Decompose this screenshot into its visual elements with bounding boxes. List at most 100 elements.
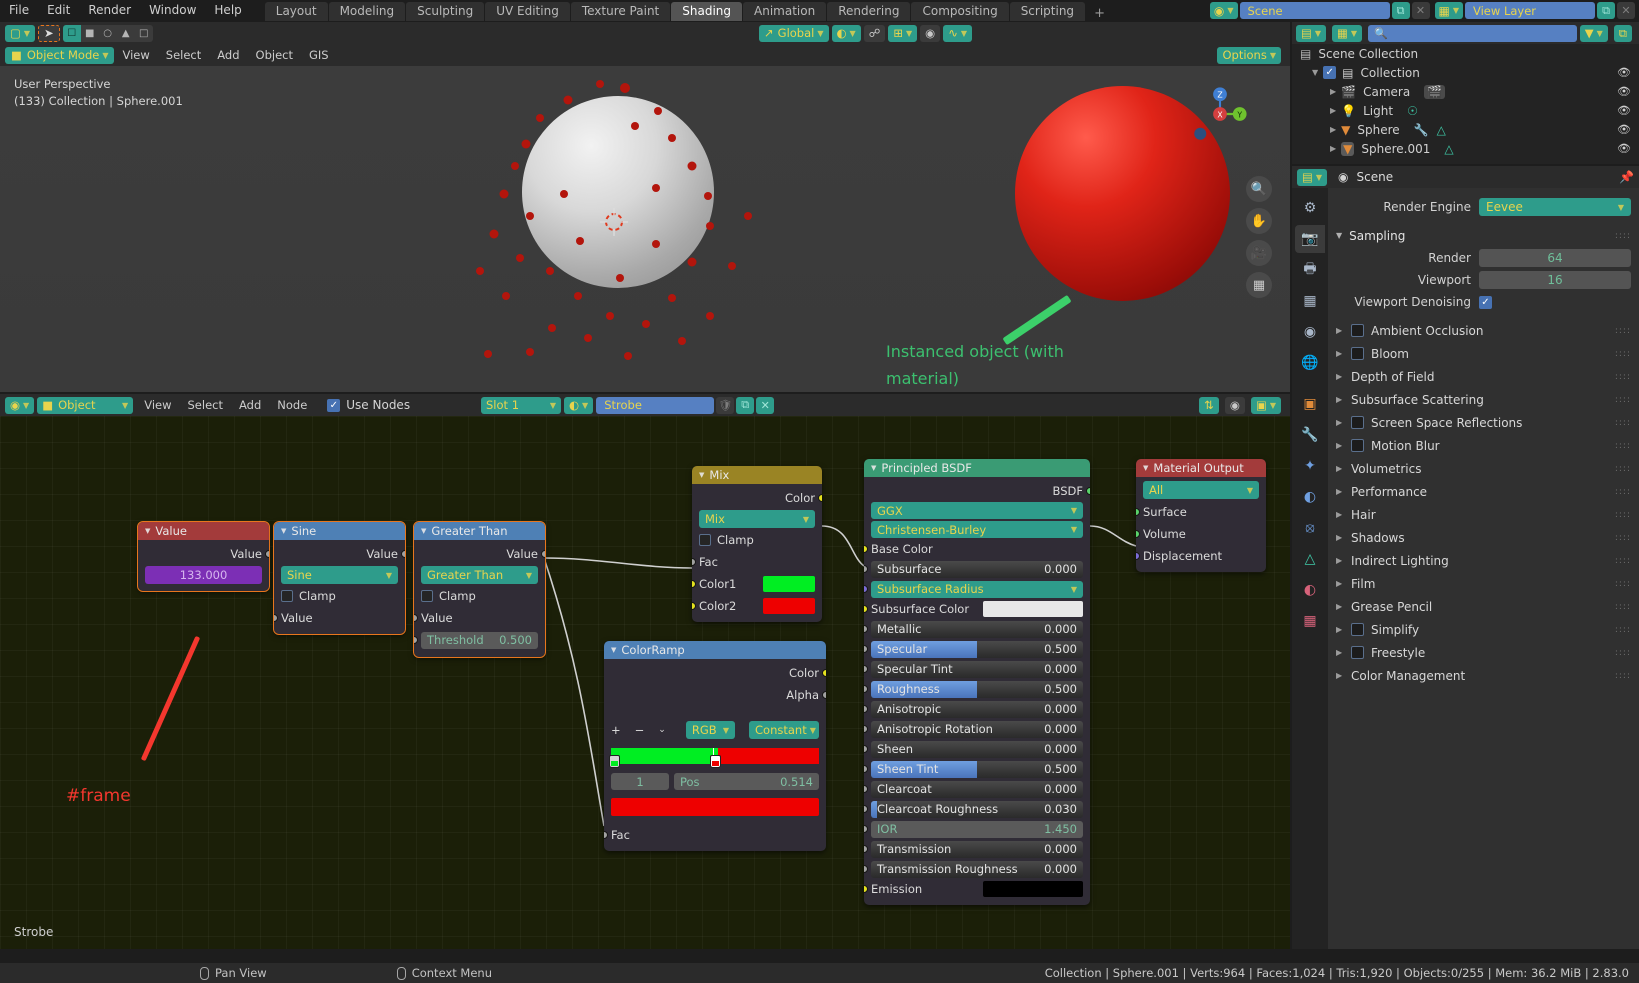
blend-mode-dropdown[interactable]: Mix ▼ [699,510,815,528]
output-socket-row[interactable]: Alpha [611,685,826,704]
panel-screen-space-reflections[interactable]: ▶ Screen Space Reflections :::: [1336,411,1631,434]
menu-render[interactable]: Render [79,0,140,21]
clamp-row[interactable]: Clamp [421,587,538,605]
mesh-data-icon[interactable]: △ [1444,142,1453,156]
menu-file[interactable]: File [0,0,38,21]
value-field[interactable]: 133.000 [145,566,262,584]
panel-indirect-lighting[interactable]: ▶ Indirect Lighting :::: [1336,549,1631,572]
panel-hair[interactable]: ▶ Hair :::: [1336,503,1631,526]
workspace-tab-texture-paint[interactable]: Texture Paint [570,2,671,21]
material-icon[interactable]: ◐ ▼ [564,396,594,414]
expand-triangle-icon[interactable]: ▶ [1336,464,1344,473]
node-canvas[interactable]: #frame ▼ Value Value 133.000 ▼ Sine Valu… [0,416,1290,949]
interpolation-dropdown[interactable]: Constant ▼ [749,721,819,739]
input-socket[interactable] [864,785,868,793]
viewport-denoising-checkbox[interactable]: ✓ [1479,295,1492,309]
properties-tab-constraints[interactable]: ⦻ [1295,514,1325,542]
snap-magnet-icon[interactable]: ☍ [863,24,886,42]
panel-freestyle[interactable]: ▶ Freestyle :::: [1336,641,1631,664]
pivot-point-icon[interactable]: ◐ ▼ [831,24,861,42]
node-colorramp[interactable]: ▼ ColorRamp Color Alpha + − ⌄ RGB ▼ Cons… [604,641,826,851]
shading-mode-icon[interactable]: ▣ ▼ [1250,396,1281,414]
stop-color-swatch[interactable] [611,798,819,816]
properties-tab-render[interactable]: 📷 [1295,225,1325,253]
snap-target-icon[interactable]: ⊞ ▼ [888,24,918,42]
output-socket-row[interactable]: Value [281,544,405,563]
panel-checkbox[interactable] [1351,623,1364,636]
input-socket[interactable] [864,885,868,893]
expand-triangle-icon[interactable]: ▶ [1336,372,1344,381]
grip-dots[interactable]: :::: [1615,231,1631,241]
viewport-menu-object[interactable]: Object [248,48,301,62]
node-header[interactable]: ▼ Principled BSDF [864,459,1090,477]
input-socket-fac[interactable] [604,830,608,839]
grip-dots[interactable]: :::: [1615,395,1631,405]
color-ramp-widget[interactable] [609,748,819,768]
properties-tab-object[interactable]: ▣ [1295,390,1325,418]
grip-dots[interactable]: :::: [1615,510,1631,520]
shader-menu-node[interactable]: Node [269,398,315,412]
outliner-row-scene-collection[interactable]: ▤ Scene Collection [1292,44,1639,63]
camera-object-data-icon[interactable]: 🎬 [1424,84,1446,99]
input-socket-row[interactable]: Surface [1136,502,1259,521]
properties-tab-particles[interactable]: ✦ [1295,452,1325,480]
input-socket[interactable] [414,613,418,622]
options-dropdown[interactable]: Options ▼ [1217,46,1281,64]
threshold-slider[interactable]: Threshold 0.500 [421,631,538,649]
panel-color-management[interactable]: ▶ Color Management :::: [1336,664,1631,687]
panel-checkbox[interactable] [1351,324,1364,337]
grip-dots[interactable]: :::: [1615,487,1631,497]
node-overlay-icon[interactable]: ◉ [1224,396,1245,414]
property-row[interactable]: Sheen Tint 0.500 [864,760,1083,778]
editor-type-properties-icon[interactable]: ▤ ▼ [1297,168,1328,186]
falloff-curve-icon[interactable]: ∿ ▼ [943,24,972,42]
input-socket-row[interactable]: Color2 [692,596,815,615]
select-extend-icon[interactable]: □ [134,24,153,42]
properties-tab-object-data[interactable]: △ [1295,545,1325,573]
input-socket[interactable] [864,585,868,593]
node-greater-than[interactable]: ▼ Greater Than Value Greater Than ▼ Clam… [413,521,546,658]
panel-checkbox[interactable] [1351,416,1364,429]
output-socket-row[interactable]: Color [611,663,826,682]
transform-orientation-dropdown[interactable]: ↗ Global ▼ [759,24,829,42]
property-row[interactable]: Transmission 0.000 [864,840,1083,858]
pin-icon[interactable]: 📌 [1619,170,1634,184]
property-row[interactable]: Base Color [864,540,1083,558]
input-socket-row[interactable]: Fac [692,552,815,571]
close-icon[interactable]: ✕ [1411,2,1430,19]
panel-subsurface-scattering[interactable]: ▶ Subsurface Scattering :::: [1336,388,1631,411]
remove-stop-button[interactable]: − [635,723,645,737]
color1-swatch[interactable] [763,575,815,592]
workspace-tab-rendering[interactable]: Rendering [827,2,911,21]
use-nodes-checkbox[interactable]: ✓ [327,398,341,412]
panel-volumetrics[interactable]: ▶ Volumetrics :::: [1336,457,1631,480]
output-socket-alpha[interactable] [822,690,826,699]
fake-user-icon[interactable]: 🛡 [716,396,735,414]
disclosure-triangle-icon[interactable]: ▶ [1330,144,1336,153]
modifier-wrench-icon[interactable]: 🔧 [1414,123,1429,137]
target-dropdown[interactable]: All ▼ [1143,481,1259,499]
property-row[interactable]: Clearcoat Roughness 0.030 [864,800,1083,818]
threshold-socket[interactable] [414,636,418,644]
render-engine-dropdown[interactable]: Eevee ▼ [1479,198,1631,216]
property-row[interactable]: IOR 1.450 [864,820,1083,838]
input-socket-row[interactable]: Fac [604,825,819,844]
collapse-triangle-icon[interactable]: ▼ [145,527,150,535]
workspace-tab-shading[interactable]: Shading [671,2,742,21]
properties-tab-world[interactable]: 🌐 [1295,349,1325,377]
node-header[interactable]: ▼ ColorRamp [604,641,826,659]
visibility-eye-icon[interactable]: 👁 [1617,85,1631,98]
visibility-eye-icon[interactable]: 👁 [1617,123,1631,136]
view-layer-name-field[interactable]: View Layer [1465,2,1595,19]
viewport-menu-view[interactable]: View [114,48,157,62]
input-socket-displacement[interactable] [1136,551,1140,560]
panel-ambient-occlusion[interactable]: ▶ Ambient Occlusion :::: [1336,319,1631,342]
input-socket[interactable] [864,645,868,653]
workspace-tab-compositing[interactable]: Compositing [911,2,1009,21]
properties-tab-texture[interactable]: ▦ [1295,607,1325,635]
node-header[interactable]: ▼ Mix [692,466,822,484]
properties-tab-scene[interactable]: ◉ [1295,318,1325,346]
material-slot-dropdown[interactable]: Slot 1 ▼ [481,396,561,414]
clamp-row[interactable]: Clamp [281,587,398,605]
proportional-edit-icon[interactable]: ◉ [920,24,941,42]
